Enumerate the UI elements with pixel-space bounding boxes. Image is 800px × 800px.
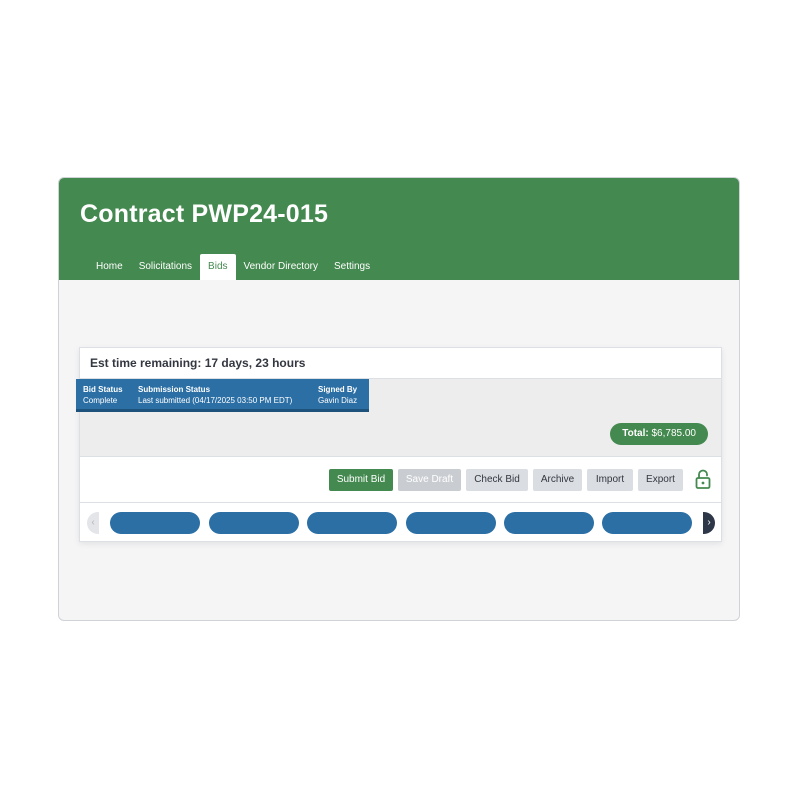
scroll-right-button[interactable]: › [703,512,715,534]
signed-by-value: Gavin Diaz [318,396,358,405]
signed-by-label: Signed By [318,385,358,394]
tab-settings[interactable]: Settings [326,254,378,280]
carousel-pill[interactable] [209,512,299,534]
page-title: Contract PWP24-015 [80,200,329,228]
carousel-pill[interactable] [504,512,594,534]
submission-status-label: Submission Status [138,385,211,394]
carousel-pill[interactable] [406,512,496,534]
tab-home[interactable]: Home [88,254,131,280]
submit-bid-button[interactable]: Submit Bid [329,469,393,491]
time-remaining: Est time remaining: 17 days, 23 hours [80,348,721,379]
carousel-pill[interactable] [307,512,397,534]
import-button[interactable]: Import [587,469,633,491]
submission-status-value: Last submitted (04/17/2025 03:50 PM EDT) [138,396,293,405]
bid-card: Est time remaining: 17 days, 23 hours Bi… [76,347,722,543]
total-label: Total: [622,428,649,439]
submission-status-column: Submission Status Last submitted (04/17/… [138,379,318,409]
carousel-pill[interactable] [110,512,200,534]
bid-status-banner: Bid Status Complete Submission Status La… [76,379,369,412]
tab-vendor-directory[interactable]: Vendor Directory [236,254,326,280]
bid-status-value: Complete [83,396,118,405]
save-draft-button[interactable]: Save Draft [398,469,461,491]
tab-bids[interactable]: Bids [200,254,236,280]
app-window: Contract PWP24-015 Home Solicitations Bi… [58,177,740,621]
export-button[interactable]: Export [638,469,683,491]
pill-carousel: ‹ › [80,503,721,543]
bid-status-label: Bid Status [83,385,123,394]
archive-button[interactable]: Archive [533,469,582,491]
signed-by-column: Signed By Gavin Diaz [318,379,368,409]
total-value: $6,785.00 [651,428,697,439]
total-badge: Total: $6,785.00 [610,423,708,445]
tab-solicitations[interactable]: Solicitations [131,254,200,280]
scroll-left-button[interactable]: ‹ [87,512,99,534]
bid-status-column: Bid Status Complete [83,379,138,409]
check-bid-button[interactable]: Check Bid [466,469,528,491]
tab-bar: Home Solicitations Bids Vendor Directory… [88,254,378,280]
carousel-pill[interactable] [602,512,692,534]
unlocked-padlock-icon[interactable] [695,469,711,489]
action-toolbar: Submit Bid Save Draft Check Bid Archive … [80,457,721,503]
bid-summary-area: Bid Status Complete Submission Status La… [76,379,721,457]
page-header: Contract PWP24-015 Home Solicitations Bi… [59,178,739,280]
